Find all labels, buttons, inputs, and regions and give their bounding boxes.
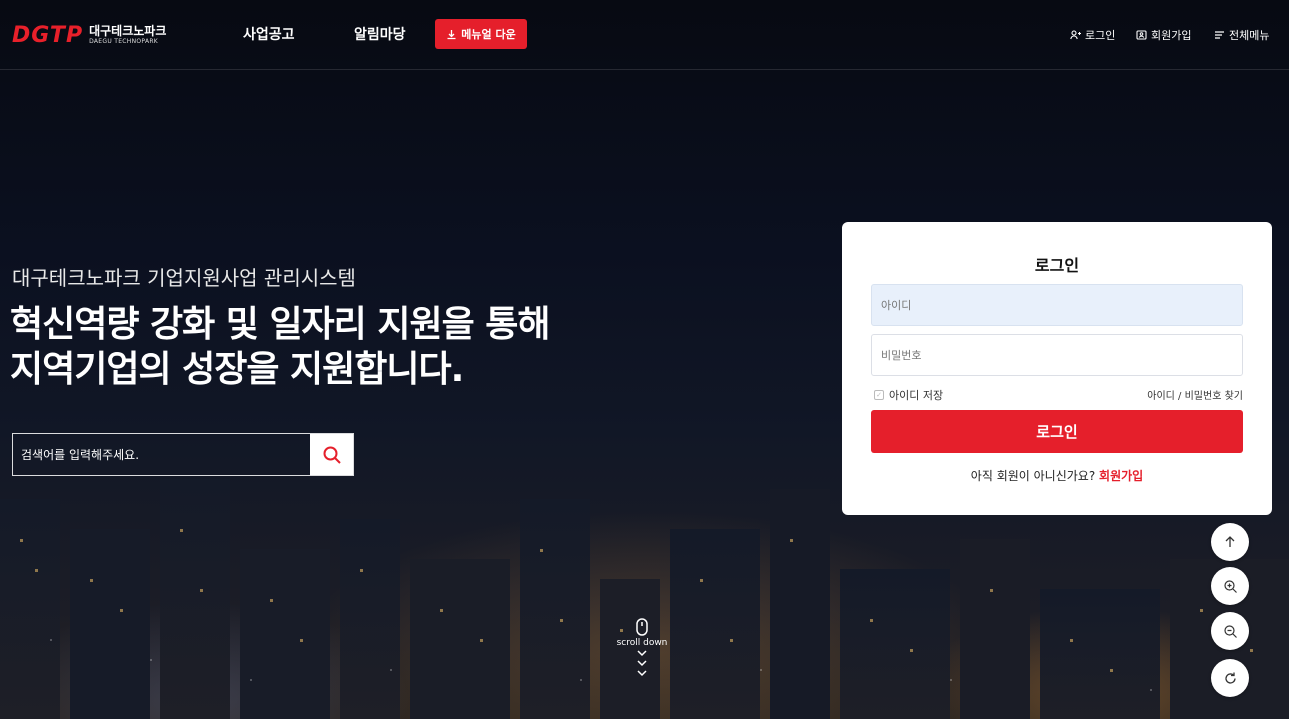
join-prompt-text: 아직 회원이 아니신가요? <box>970 469 1096 483</box>
hero-search-box <box>12 433 354 476</box>
top-navigation-bar: DGTP 대구테크노파크 DAEGU TECHNOPARK 사업공고 알림마당 … <box>0 0 1289 70</box>
scroll-down-label: scroll down <box>616 638 668 648</box>
save-id-label: 아이디 저장 <box>889 389 944 402</box>
scroll-down-indicator[interactable]: scroll down <box>612 618 672 678</box>
zoom-in-button[interactable] <box>1211 567 1249 605</box>
dgtp-logo[interactable]: DGTP 대구테크노파크 DAEGU TECHNOPARK <box>12 22 166 48</box>
login-panel: 로그인 ✓ 아이디 저장 아이디 / 비밀번호 찾기 로그인 아직 회원이 아니… <box>842 222 1272 515</box>
util-signup-link[interactable]: 회원가입 <box>1136 27 1191 43</box>
menu-lines-icon <box>1215 31 1224 39</box>
arrow-up-icon <box>1225 536 1235 547</box>
logo-english: DAEGU TECHNOPARK <box>89 38 159 45</box>
id-card-icon <box>1136 30 1147 40</box>
manual-download-button[interactable]: 메뉴얼 다운 <box>435 19 527 49</box>
util-all-menu-label: 전체메뉴 <box>1229 29 1270 42</box>
manual-download-label: 메뉴얼 다운 <box>461 28 516 41</box>
util-signup-label: 회원가입 <box>1151 29 1192 42</box>
login-title: 로그인 <box>1034 256 1080 275</box>
hero-headline-line1: 혁신역량 강화 및 일자리 지원을 통해 <box>10 304 550 345</box>
scroll-top-button[interactable] <box>1211 523 1249 561</box>
id-field[interactable] <box>871 284 1243 326</box>
nav-item-announcements[interactable]: 사업공고 <box>243 24 295 44</box>
logo-text: 대구테크노파크 DAEGU TECHNOPARK <box>89 25 166 45</box>
util-login-link[interactable]: 로그인 <box>1070 27 1115 43</box>
search-input[interactable] <box>13 434 310 475</box>
search-button[interactable] <box>310 434 353 475</box>
refresh-icon <box>1224 672 1236 684</box>
hero-headline-line2: 지역기업의 성장을 지원합니다. <box>10 349 464 390</box>
user-add-icon <box>1070 30 1081 40</box>
zoom-in-icon <box>1223 579 1237 593</box>
nav-item-notices[interactable]: 알림마당 <box>354 24 406 44</box>
download-icon <box>447 29 456 39</box>
hero-subtitle: 대구테크노파크 기업지원사업 관리시스템 <box>12 266 356 290</box>
zoom-out-button[interactable] <box>1211 612 1249 650</box>
save-id-checkbox[interactable]: ✓ 아이디 저장 <box>874 387 943 403</box>
password-field[interactable] <box>871 334 1243 376</box>
zoom-out-icon <box>1223 624 1237 638</box>
logo-korean: 대구테크노파크 <box>89 24 167 38</box>
checkbox-icon: ✓ <box>874 390 884 400</box>
find-id-password-link[interactable]: 아이디 / 비밀번호 찾기 <box>1147 387 1243 402</box>
login-submit-button[interactable]: 로그인 <box>871 410 1243 453</box>
search-icon <box>323 446 341 464</box>
join-link[interactable]: 회원가입 <box>1099 469 1143 483</box>
util-login-label: 로그인 <box>1085 29 1116 42</box>
util-all-menu-link[interactable]: 전체메뉴 <box>1214 27 1269 43</box>
mouse-icon <box>636 618 648 636</box>
join-prompt-row: 아직 회원이 아니신가요? 회원가입 <box>842 467 1272 484</box>
hero-headline: 혁신역량 강화 및 일자리 지원을 통해 지역기업의 성장을 지원합니다. <box>10 302 550 392</box>
logo-mark: DGTP <box>12 22 84 48</box>
reset-zoom-button[interactable] <box>1211 659 1249 697</box>
chevrons-down-icon <box>637 650 647 677</box>
